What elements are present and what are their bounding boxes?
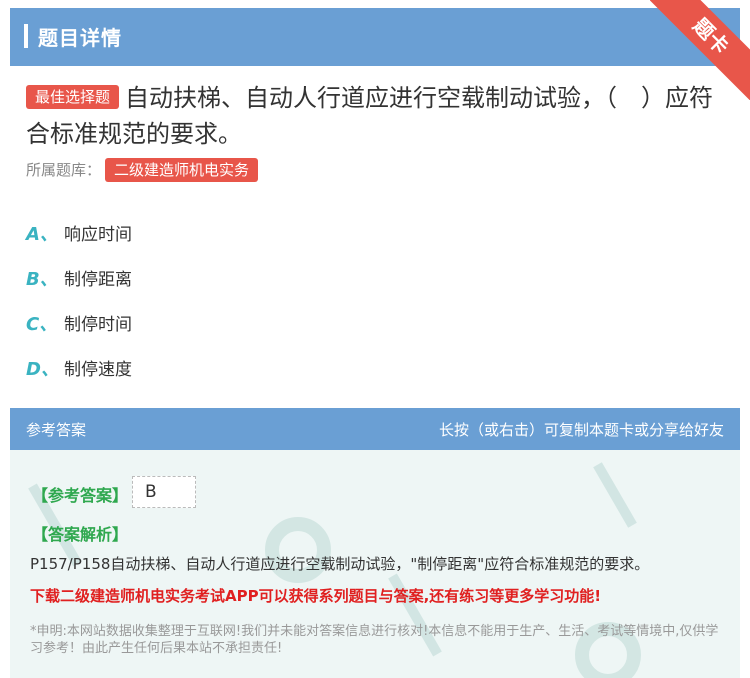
- app-download-promo[interactable]: 下载二级建造师机电实务考试APP可以获得系列题目与答案,还有练习等更多学习功能!: [30, 585, 730, 606]
- option-letter: B、: [26, 268, 58, 290]
- option-b[interactable]: B、 制停距离: [26, 255, 132, 300]
- question-text: 自动扶梯、自动人行道应进行空载制动试验，（ ）应符合标准规范的要求。: [26, 84, 714, 148]
- copy-share-hint: 长按（或右击）可复制本题卡或分享给好友: [438, 420, 724, 439]
- option-text: 制停速度: [64, 360, 132, 380]
- option-list: A、 响应时间 B、 制停距离 C、 制停时间 D、 制停速度: [26, 210, 132, 390]
- reference-answer-label: 【参考答案】: [32, 486, 129, 505]
- option-c[interactable]: C、 制停时间: [26, 300, 132, 345]
- answer-heading: 参考答案: [26, 420, 87, 439]
- option-text: 响应时间: [64, 225, 132, 245]
- question-type-badge: 最佳选择题: [26, 85, 120, 109]
- header-accent-bar: [24, 24, 28, 48]
- page-header: 题目详情: [10, 8, 740, 66]
- option-text: 制停时间: [64, 315, 132, 335]
- disclaimer-text: *申明:本网站数据收集整理于互联网!我们并未能对答案信息进行核对!本信息不能用于…: [30, 624, 719, 656]
- analysis-label: 【答案解析】: [32, 525, 129, 544]
- page-title: 题目详情: [38, 26, 122, 50]
- option-letter: A、: [26, 223, 58, 245]
- option-letter: D、: [26, 358, 59, 380]
- option-d[interactable]: D、 制停速度: [26, 345, 132, 390]
- reference-answer-value: B: [132, 476, 196, 508]
- answer-panel[interactable]: 参考答案 长按（或右击）可复制本题卡或分享给好友 【参考答案】 B 【答案解析】…: [10, 408, 740, 678]
- bank-label: 所属题库：: [26, 161, 102, 179]
- question-stem: 最佳选择题 自动扶梯、自动人行道应进行空载制动试验，（ ）应符合标准规范的要求。: [26, 80, 726, 152]
- option-text: 制停距离: [64, 270, 132, 290]
- question-bank-row: 所属题库： 二级建造师机电实务: [26, 158, 259, 182]
- bank-badge[interactable]: 二级建造师机电实务: [105, 158, 259, 182]
- option-a[interactable]: A、 响应时间: [26, 210, 132, 255]
- analysis-text: P157/P158自动扶梯、自动人行道应进行空载制动试验，"制停距离"应符合标准…: [30, 555, 650, 573]
- answer-panel-header: 参考答案 长按（或右击）可复制本题卡或分享给好友: [10, 408, 740, 450]
- option-letter: C、: [26, 313, 58, 335]
